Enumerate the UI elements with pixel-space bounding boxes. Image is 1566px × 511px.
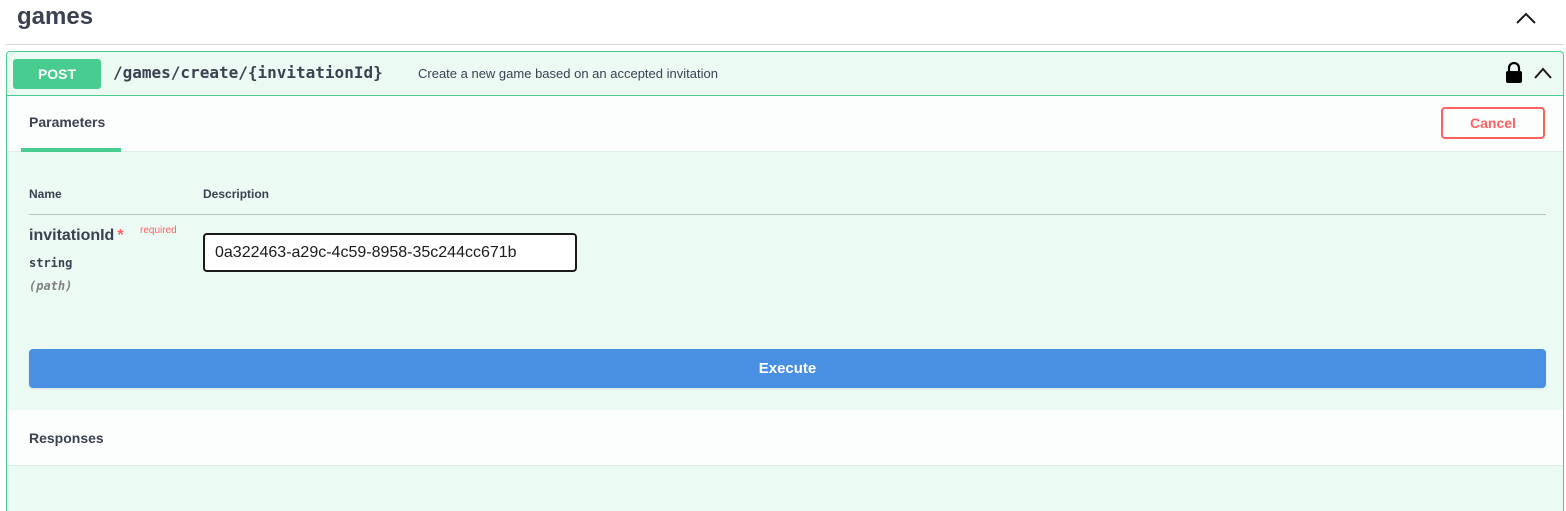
operation-summary[interactable]: POST /games/create/{invitationId} Create… xyxy=(7,52,1563,96)
chevron-up-icon[interactable] xyxy=(1514,10,1538,26)
tag-header[interactable]: games xyxy=(6,0,1564,45)
operation-path: /games/create/{invitationId} xyxy=(113,63,383,82)
tab-parameters-label: Parameters xyxy=(29,114,106,130)
operation-block: POST /games/create/{invitationId} Create… xyxy=(6,51,1564,511)
parameters-header: Parameters Cancel xyxy=(7,96,1563,152)
chevron-up-icon[interactable] xyxy=(1533,66,1553,80)
tab-parameters[interactable]: Parameters xyxy=(21,96,121,152)
invitation-id-input[interactable] xyxy=(203,233,577,272)
column-header-name: Name xyxy=(29,187,62,201)
table-divider xyxy=(29,214,1546,215)
lock-icon[interactable] xyxy=(1505,62,1523,84)
operation-description: Create a new game based on an accepted i… xyxy=(418,66,718,81)
responses-header: Responses xyxy=(7,410,1563,466)
tag-title: games xyxy=(17,3,94,30)
execute-button[interactable]: Execute xyxy=(29,349,1546,388)
method-badge: POST xyxy=(13,59,101,89)
column-header-description: Description xyxy=(203,187,270,201)
responses-title: Responses xyxy=(29,430,104,446)
parameter-location: (path) xyxy=(29,279,73,293)
parameter-name: invitationId * xyxy=(29,227,124,245)
cancel-button[interactable]: Cancel xyxy=(1441,107,1545,139)
required-star: * xyxy=(117,227,124,244)
parameter-type: string xyxy=(29,256,73,270)
parameter-name-text: invitationId xyxy=(29,227,115,244)
required-label: required xyxy=(140,225,177,236)
